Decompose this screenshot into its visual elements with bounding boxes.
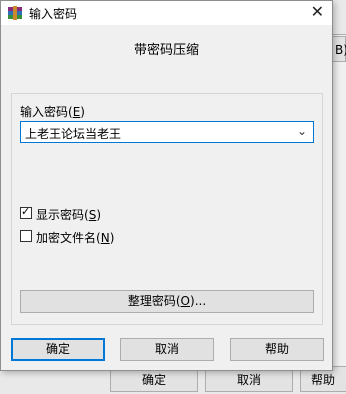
show-password-key: S: [88, 208, 97, 222]
encrypt-filenames-text: 加密文件名: [36, 231, 97, 245]
background-ok-label: 确定: [141, 373, 166, 387]
organize-passwords-button[interactable]: 整理密码(O)...: [20, 290, 314, 313]
winrar-icon: [8, 6, 22, 20]
background-browse-button[interactable]: B).: [332, 36, 346, 62]
password-dialog: 输入密码 ✕ 带密码压缩 输入密码(E) 上老王论坛当老王 ⌄ ✓ 显示密码(S…: [0, 0, 333, 371]
background-browse-label: B).: [335, 43, 346, 57]
help-button[interactable]: 帮助: [230, 338, 324, 361]
title-bar: 输入密码 ✕: [1, 1, 332, 25]
background-help-label: 帮助: [311, 373, 336, 387]
password-label-text: 输入密码: [20, 105, 69, 119]
help-label: 帮助: [264, 342, 289, 356]
chevron-down-icon[interactable]: ⌄: [297, 124, 307, 138]
show-password-label[interactable]: 显示密码(S): [36, 206, 101, 223]
show-password-text: 显示密码: [36, 208, 85, 222]
password-label-key: E: [72, 105, 81, 119]
background-cancel-label: 取消: [236, 373, 261, 387]
password-label: 输入密码(E): [20, 105, 85, 119]
encrypt-filenames-label[interactable]: 加密文件名(N): [36, 229, 114, 246]
ok-button[interactable]: 确定: [11, 338, 105, 361]
ok-label: 确定: [45, 342, 70, 356]
show-password-checkbox[interactable]: ✓: [20, 205, 32, 219]
encrypt-filenames-checkbox[interactable]: [20, 230, 32, 242]
encrypt-filenames-key: N: [100, 231, 110, 245]
cancel-button[interactable]: 取消: [120, 338, 214, 361]
checkmark-icon: ✓: [21, 205, 31, 218]
organize-passwords-text: 整理密码: [127, 294, 176, 308]
cancel-label: 取消: [154, 342, 179, 356]
password-input[interactable]: 上老王论坛当老王: [25, 125, 121, 142]
organize-passwords-ellipsis: ...: [194, 294, 207, 308]
organize-passwords-key: O: [180, 294, 190, 308]
dialog-title: 输入密码: [29, 7, 78, 21]
password-combo[interactable]: 上老王论坛当老王 ⌄: [20, 121, 314, 143]
close-icon[interactable]: ✕: [311, 3, 324, 21]
dialog-subtitle: 带密码压缩: [133, 43, 199, 58]
